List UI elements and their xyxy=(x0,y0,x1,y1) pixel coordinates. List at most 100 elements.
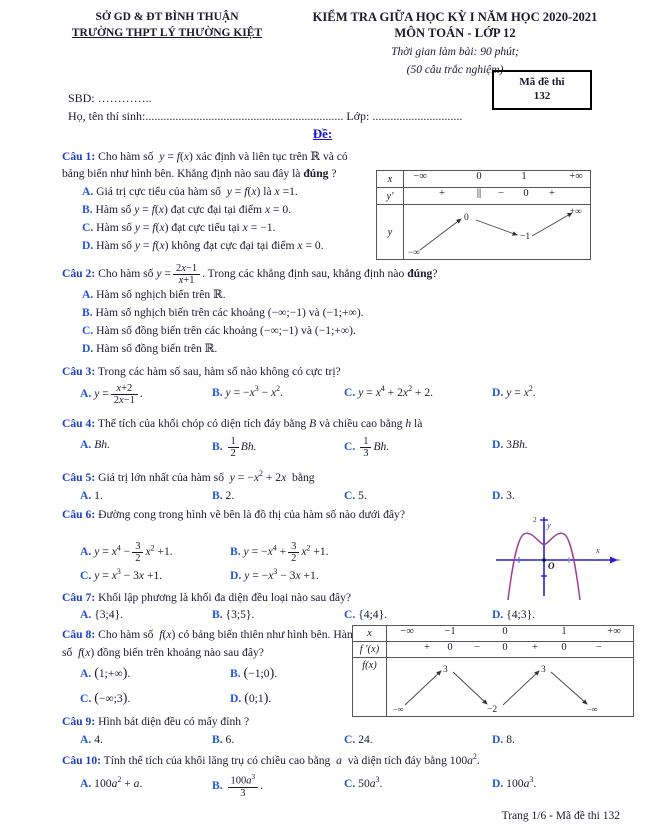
option-letter: A. xyxy=(80,776,92,790)
f-value: −2 xyxy=(487,705,497,715)
origin-label: O xyxy=(548,561,555,571)
option-d[interactable]: D. {4;3}. xyxy=(492,606,535,624)
option-letter: D. xyxy=(492,776,504,790)
department-name: SỞ GD & ĐT BÌNH THUẬN xyxy=(95,11,239,23)
question-7-number: Câu 7: xyxy=(62,590,96,604)
y-variation-graph: −∞ 0 −1 +∞ xyxy=(403,204,591,260)
option-d[interactable]: D. 100a3. xyxy=(492,774,536,793)
question-5: Câu 5: Giá trị lớn nhất của hàm số y = −… xyxy=(62,468,623,504)
option-a[interactable]: A. y = x+2 2x−1. xyxy=(80,383,212,406)
option-d[interactable]: D. y = x2. xyxy=(492,383,536,402)
option-letter: B. xyxy=(230,545,241,559)
option-c[interactable]: C. y = x4 + 2x2 + 2. xyxy=(344,383,492,402)
option-letter: C. xyxy=(80,568,92,582)
x-values-row: −∞ −1 0 1 +∞ xyxy=(386,625,634,642)
x-axis-arrow xyxy=(610,556,618,564)
option-letter: C. xyxy=(344,732,356,746)
option-d[interactable]: D. 3Bh. xyxy=(492,436,528,454)
option-a[interactable]: A. Bh. xyxy=(80,436,212,454)
figure-question-6: O y x 2 xyxy=(486,512,626,604)
y-tick-label: 2 xyxy=(533,515,537,524)
class-field[interactable]: Lớp: .............................. xyxy=(346,109,462,123)
option-letter: D. xyxy=(492,488,504,502)
option-letter: A. xyxy=(80,488,92,502)
question-2-number: Câu 2: xyxy=(62,266,96,280)
option-a[interactable]: A. {3;4}. xyxy=(80,606,212,624)
option-b[interactable]: B. (−1;0). xyxy=(230,663,277,685)
var-label-fprime: f '(x) xyxy=(352,641,387,658)
option-b[interactable]: B. 100a3 3. xyxy=(212,773,344,799)
question-3-options: A. y = x+2 2x−1. B. y = −x3 − x2. C. y = x… xyxy=(80,383,623,406)
option-c[interactable]: C. {4;4}. xyxy=(344,606,492,624)
y-value: +∞ xyxy=(570,206,582,216)
option-a[interactable]: A. 100a2 + a. xyxy=(80,774,212,793)
option-text: {3;4}. xyxy=(94,608,124,622)
exam-title-line2: MÔN TOÁN - LỚP 12 xyxy=(394,26,516,41)
option-a[interactable]: A. (1;+∞). xyxy=(80,663,230,685)
variation-arrows-q8: −∞ 3 −2 3 −∞ xyxy=(393,665,598,715)
school-block: SỞ GD & ĐT BÌNH THUẬN TRƯỜNG THPT LÝ THƯ… xyxy=(52,10,282,41)
school-name: TRƯỜNG THPT LÝ THƯỜNG KIỆT xyxy=(71,26,263,39)
option-text: {3;5}. xyxy=(225,608,255,622)
option-d[interactable]: D. (0;1). xyxy=(230,688,271,710)
option-c[interactable]: C. Hàm số đồng biến trên các khoảng (−∞;… xyxy=(82,322,623,340)
option-letter: D. xyxy=(82,238,94,252)
option-c[interactable]: C. y = x3 − 3x +1. xyxy=(80,566,230,585)
option-a[interactable]: A. 1. xyxy=(80,487,212,505)
option-c[interactable]: C. 1 3 Bh. xyxy=(344,436,492,459)
sign-value: + xyxy=(532,642,538,653)
option-d[interactable]: D. Hàm số đồng biến trên ℝ. xyxy=(82,340,623,358)
option-d[interactable]: D. 8. xyxy=(492,731,515,749)
option-b[interactable]: B. 1 2 Bh. xyxy=(212,436,344,459)
candidate-identification: SBD: ………….. Họ, tên thí sinh:...........… xyxy=(68,89,538,125)
question-5-options: A. 1. B. 2. C. 5. D. 3. xyxy=(80,487,623,505)
option-letter: A. xyxy=(80,608,92,622)
option-b[interactable]: B. Hàm số nghịch biến trên các khoảng (−… xyxy=(82,304,623,322)
name-class-fields: Họ, tên thí sinh:.......................… xyxy=(68,107,538,125)
option-c[interactable]: C. 24. xyxy=(344,731,492,749)
option-d[interactable]: D. y = −x3 − 3x +1. xyxy=(230,566,319,585)
option-letter: B. xyxy=(212,440,223,454)
option-letter: B. xyxy=(230,667,241,681)
f-variation-graph: −∞ 3 −2 3 −∞ xyxy=(386,657,634,717)
option-b[interactable]: B. 6. xyxy=(212,731,344,749)
option-letter: D. xyxy=(230,568,242,582)
option-letter: A. xyxy=(80,732,92,746)
question-2-stem: Câu 2: Cho hàm số y = 2x−1 x+1. Trong các … xyxy=(62,262,438,286)
var-label-x: x xyxy=(376,170,404,188)
option-b[interactable]: B. y = −x4 +3 2 x2 +1. xyxy=(230,541,329,564)
question-3-stem: Câu 3: Trong các hàm số sau, hàm số nào … xyxy=(62,364,341,378)
question-8-stem: Câu 8: Cho hàm số f(x) có bảng biến thiê… xyxy=(62,628,356,659)
sign-value: 0 xyxy=(447,642,453,653)
y-value: −∞ xyxy=(408,247,420,257)
option-text: 8. xyxy=(506,732,515,746)
option-letter: B. xyxy=(212,385,223,399)
option-b[interactable]: B. {3;5}. xyxy=(212,606,344,624)
table-row: y' + ∥ − 0 + xyxy=(376,187,591,205)
candidate-name-field[interactable]: Họ, tên thí sinh:.......................… xyxy=(68,109,343,123)
option-a[interactable]: A. y = x4 −3 2 x2 +1. xyxy=(80,541,230,564)
sign-value: + xyxy=(549,188,555,199)
fprime-values-row: + 0 − 0 + 0 − xyxy=(386,641,634,658)
option-letter: B. xyxy=(212,488,223,502)
x-value: 1 xyxy=(521,171,527,182)
option-c[interactable]: C. 5. xyxy=(344,487,492,505)
exam-title-block: KIỂM TRA GIỮA HỌC KỲ I NĂM HỌC 2020-2021… xyxy=(285,9,625,79)
option-letter: A. xyxy=(82,287,94,301)
option-a[interactable]: A. Hàm số nghịch biến trên ℝ. xyxy=(82,286,623,304)
option-d[interactable]: D. 3. xyxy=(492,487,515,505)
question-3-number: Câu 3: xyxy=(62,364,96,378)
variation-table-q1: x −∞ 0 1 +∞ y' + ∥ − 0 + y −∞ 0 −1 +∞ xyxy=(376,170,591,260)
question-9: Câu 9: Hình bát diện đều có mấy đỉnh ? A… xyxy=(62,713,623,748)
sbd-field[interactable]: SBD: ………….. xyxy=(68,89,538,107)
option-a[interactable]: A. 4. xyxy=(80,731,212,749)
sign-value: 0 xyxy=(523,188,529,199)
option-b[interactable]: B. y = −x3 − x2. xyxy=(212,383,344,402)
option-c[interactable]: C. (−∞;3). xyxy=(80,688,230,710)
option-b[interactable]: B. 2. xyxy=(212,487,344,505)
option-c[interactable]: C. 50a3. xyxy=(344,774,492,793)
option-letter: A. xyxy=(82,184,94,198)
sign-value: − xyxy=(498,188,504,199)
option-letter: C. xyxy=(344,776,356,790)
option-letter: C. xyxy=(82,220,94,234)
